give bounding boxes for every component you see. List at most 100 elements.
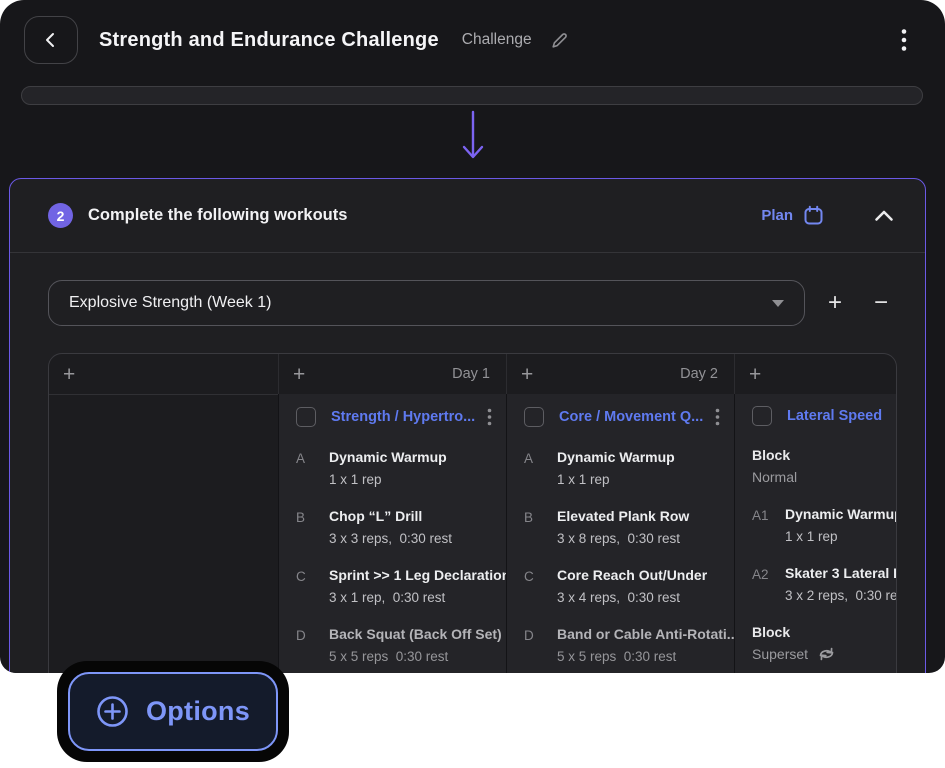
week-selector-row: Explosive Strength (Week 1) + − [10,253,925,326]
day-1-label: Day 1 [452,366,490,382]
workout-checkbox[interactable] [752,406,772,426]
add-workout-button[interactable]: + [521,364,533,385]
exercise-name: Back Squat (Back Off Set) [329,626,502,642]
exercise-name: Chop “L” Drill [329,508,452,524]
exercise-row[interactable]: B Elevated Plank Row 3 x 8 reps, 0:30 re… [524,508,734,546]
exercise-tag: C [524,567,557,605]
exercise-tag: A [524,449,557,487]
add-week-button[interactable]: + [819,287,851,319]
exercise-detail: 3 x 8 reps, 0:30 rest [557,531,689,546]
workout-card-day2: Core / Movement Q... A Dynamic Warmup 1 … [506,394,734,673]
arrow-down-icon [459,110,487,162]
week-dropdown-value: Explosive Strength (Week 1) [69,294,271,312]
exercise-row[interactable]: D Band or Cable Anti-Rotati... 5 x 5 rep… [524,626,734,664]
block-row[interactable]: Block Superset [752,624,896,662]
exercise-tag: B [296,508,329,546]
options-label: Options [146,696,250,727]
exercise-detail: 3 x 4 reps, 0:30 rest [557,590,707,605]
chevron-left-icon [42,31,60,49]
workout-title[interactable]: Core / Movement Q... [559,409,707,425]
add-workout-button[interactable]: + [63,364,75,385]
exercise-name: Sprint >> 1 Leg Declarations [329,567,506,583]
exercise-tag: B [524,508,557,546]
exercise-row[interactable]: D Back Squat (Back Off Set) 5 x 5 reps 0… [296,626,506,664]
exercise-detail: 1 x 1 rep [557,472,675,487]
app-panel: Strength and Endurance Challenge Challen… [0,0,945,673]
exercise-name: Elevated Plank Row [557,508,689,524]
day-2-label: Day 2 [680,366,718,382]
exercise-tag: D [296,626,329,664]
exercise-row[interactable]: C Sprint >> 1 Leg Declarations 3 x 1 rep… [296,567,506,605]
kebab-menu-icon [715,408,720,426]
grid-column-empty [49,394,278,673]
plan-link[interactable]: Plan [761,205,824,226]
block-type: Superset [752,646,896,662]
pencil-icon [550,31,569,50]
add-workout-button[interactable]: + [293,364,305,385]
add-workout-button[interactable]: + [749,364,761,385]
page: Strength and Endurance Challenge Challen… [0,0,945,768]
plan-label: Plan [761,207,793,224]
exercise-detail: 5 x 5 reps 0:30 rest [329,649,502,664]
kebab-menu-icon [901,28,907,52]
block-type: Normal [752,469,896,485]
flow-connector [0,110,945,162]
exercise-row[interactable]: A Dynamic Warmup 1 x 1 rep [296,449,506,487]
page-title: Strength and Endurance Challenge [99,29,439,52]
exercise-name: Band or Cable Anti-Rotati... [557,626,734,642]
exercise-detail: 3 x 3 reps, 0:30 rest [329,531,452,546]
exercise-tag: A2 [752,565,785,603]
exercise-tag: A1 [752,506,785,544]
exercise-tag: D [524,626,557,664]
exercise-row[interactable]: A1 Dynamic Warmup 1 x 1 rep [752,506,896,544]
grid-body: Strength / Hypertro... A Dynamic Warmup … [49,394,896,673]
exercise-row[interactable]: B Chop “L” Drill 3 x 3 reps, 0:30 rest [296,508,506,546]
block-label: Block [752,447,896,463]
week-dropdown[interactable]: Explosive Strength (Week 1) [48,280,805,326]
options-button[interactable]: Options [68,672,278,751]
workout-title[interactable]: Strength / Hypertro... [331,409,479,425]
workout-menu-button[interactable] [485,406,494,428]
calendar-icon [803,205,824,226]
exercise-name: Dynamic Warmup [785,506,896,522]
workout-header: Lateral Speed / Ply [752,406,884,426]
exercise-name: Core Reach Out/Under [557,567,707,583]
step-2-card: 2 Complete the following workouts Plan [9,178,926,673]
grid-header-cell-day2: + Day 2 [506,354,734,394]
program-type-label: Challenge [462,31,532,49]
step-number-badge: 2 [48,203,73,228]
step-2-header: 2 Complete the following workouts Plan [10,179,925,253]
exercise-detail: 3 x 2 reps, 0:30 re [785,588,896,603]
step-title: Complete the following workouts [88,206,347,225]
exercise-row[interactable]: A2 Skater 3 Lateral Ho 3 x 2 reps, 0:30 … [752,565,896,603]
exercise-name: Dynamic Warmup [557,449,675,465]
edit-title-button[interactable] [550,31,569,50]
workout-title[interactable]: Lateral Speed / Ply [787,408,884,424]
exercise-row[interactable]: C Core Reach Out/Under 3 x 4 reps, 0:30 … [524,567,734,605]
chevron-up-icon [874,209,894,222]
block-row[interactable]: Block Normal [752,447,896,485]
collapsed-step-card[interactable] [21,86,923,105]
remove-week-button[interactable]: − [865,287,897,319]
back-button[interactable] [24,16,78,64]
workout-checkbox[interactable] [296,407,316,427]
exercise-name: Skater 3 Lateral Ho [785,565,896,581]
exercise-row[interactable]: A Dynamic Warmup 1 x 1 rep [524,449,734,487]
grid-header-cell-day1: + Day 1 [278,354,506,394]
exercise-detail: 1 x 1 rep [785,529,896,544]
block-type-value: Superset [752,646,808,662]
workouts-grid: + + Day 1 + Day 2 + [48,353,897,673]
workout-header: Core / Movement Q... [524,406,722,428]
workout-menu-button[interactable] [713,406,722,428]
workout-checkbox[interactable] [524,407,544,427]
grid-header-row: + + Day 1 + Day 2 + [49,354,896,395]
grid-header-cell-3: + [734,354,896,394]
workout-card-day1: Strength / Hypertro... A Dynamic Warmup … [278,394,506,673]
top-bar: Strength and Endurance Challenge Challen… [0,0,945,80]
dropdown-caret-icon [772,300,784,307]
plus-circle-icon [96,695,129,728]
overflow-menu-button[interactable] [897,24,911,56]
exercise-detail: 3 x 1 rep, 0:30 rest [329,590,506,605]
block-label: Block [752,624,896,640]
collapse-section-button[interactable] [870,205,898,226]
